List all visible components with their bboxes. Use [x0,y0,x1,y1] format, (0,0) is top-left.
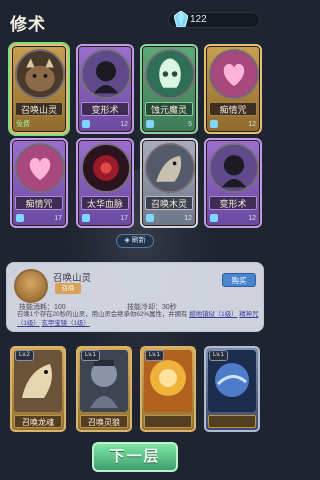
crystal-icon [82,214,90,222]
spell-cost: 12 [248,120,256,128]
spell-card-love-curse[interactable]: 痴情咒 12 [204,44,262,134]
wood-beast-icon [145,143,195,193]
owned-card-wolf[interactable]: Lv.1 召唤灵狼 [76,346,132,432]
spell-cost: 12 [184,214,192,222]
buy-button[interactable]: 购买 [222,273,256,287]
shadow-mage-icon [209,143,259,193]
next-floor-button[interactable]: 下一层 [92,442,178,472]
spell-card-bloodline[interactable]: 太华血脉 17 [76,138,134,228]
level-badge: Lv.1 [209,350,228,361]
mountain-beast-icon [15,49,65,99]
skill-description: 召唤1个存在20秒的山灵，用山灵会继承你62%属性，并拥有 撼地镇狱（1级） 精… [17,311,259,327]
shadow-mage-icon [81,49,131,99]
owned-card-label [144,415,192,428]
crystal-icon [16,214,24,222]
heart-curse-icon [209,49,259,99]
spell-label: 痴情咒 [209,102,257,116]
heart-curse-icon [15,143,65,193]
spell-card-summon-wood[interactable]: 召唤木灵 12 [140,138,198,228]
crystal-icon [174,11,188,27]
spell-avatar [14,269,48,303]
owned-card-label [208,415,256,428]
spell-label: 变形术 [81,102,129,116]
free-label: 免费 [16,121,30,128]
level-badge: Lv.1 [145,350,164,361]
spell-label: 召唤木灵 [145,196,193,210]
owned-card-label: 召唤灵狼 [80,415,128,428]
spell-cost: 17 [54,214,62,222]
spell-label: 太华血脉 [81,196,129,210]
page-title: 修术 [10,15,46,34]
spell-card-love-curse-2[interactable]: 痴情咒 17 [10,138,68,228]
header: 修术 122 [0,0,270,40]
green-skull-spirit-icon [145,49,195,99]
crystal-icon [146,214,154,222]
spell-detail-panel: 召唤山灵 召唤 购买 技能消耗：100 技能冷却：30秒 召唤1个存在20秒的山… [6,262,264,332]
spell-card-transform-2[interactable]: 变形术 12 [204,138,262,228]
crystal-icon [210,120,218,128]
refresh-icon: ◈ [124,237,130,244]
spell-name: 召唤山灵 [53,273,92,284]
spell-cost: 17 [120,214,128,222]
skill-link[interactable]: 撼地镇狱（1级） [189,311,237,318]
crystal-icon [146,120,154,128]
spell-label: 变形术 [209,196,257,210]
spell-card-summon-mountain[interactable]: 召唤山灵 免费 [8,42,70,136]
spell-card-transform[interactable]: 变形术 12 [76,44,134,134]
spell-card-corrosion-spirit[interactable]: 蚀元魔灵 5 [140,44,198,134]
owned-card-sun-deity[interactable]: Lv.1 [140,346,196,432]
spell-label: 召唤山灵 [15,102,63,116]
crystal-icon [210,214,218,222]
spell-type-badge: 召唤 [55,283,81,294]
owned-card-label: 召唤龙魂 [14,415,62,428]
spell-cost: 12 [120,120,128,128]
owned-card-dragon[interactable]: Lv.2 召唤龙魂 [10,346,66,432]
crystal-icon [82,120,90,128]
crystal-count: 122 [190,14,207,25]
blood-flower-icon [81,143,131,193]
spell-label: 蚀元魔灵 [145,102,193,116]
level-badge: Lv.2 [15,350,34,361]
level-badge: Lv.1 [81,350,100,361]
spell-cost: 12 [248,214,256,222]
skill-link[interactable]: 玄甲宝镜（1级） [42,320,90,327]
spell-label: 痴情咒 [15,196,63,210]
owned-card-water-orb[interactable]: Lv.1 [204,346,260,432]
spell-cost: 5 [188,120,192,128]
refresh-button[interactable]: ◈ 刷新 [116,234,154,248]
